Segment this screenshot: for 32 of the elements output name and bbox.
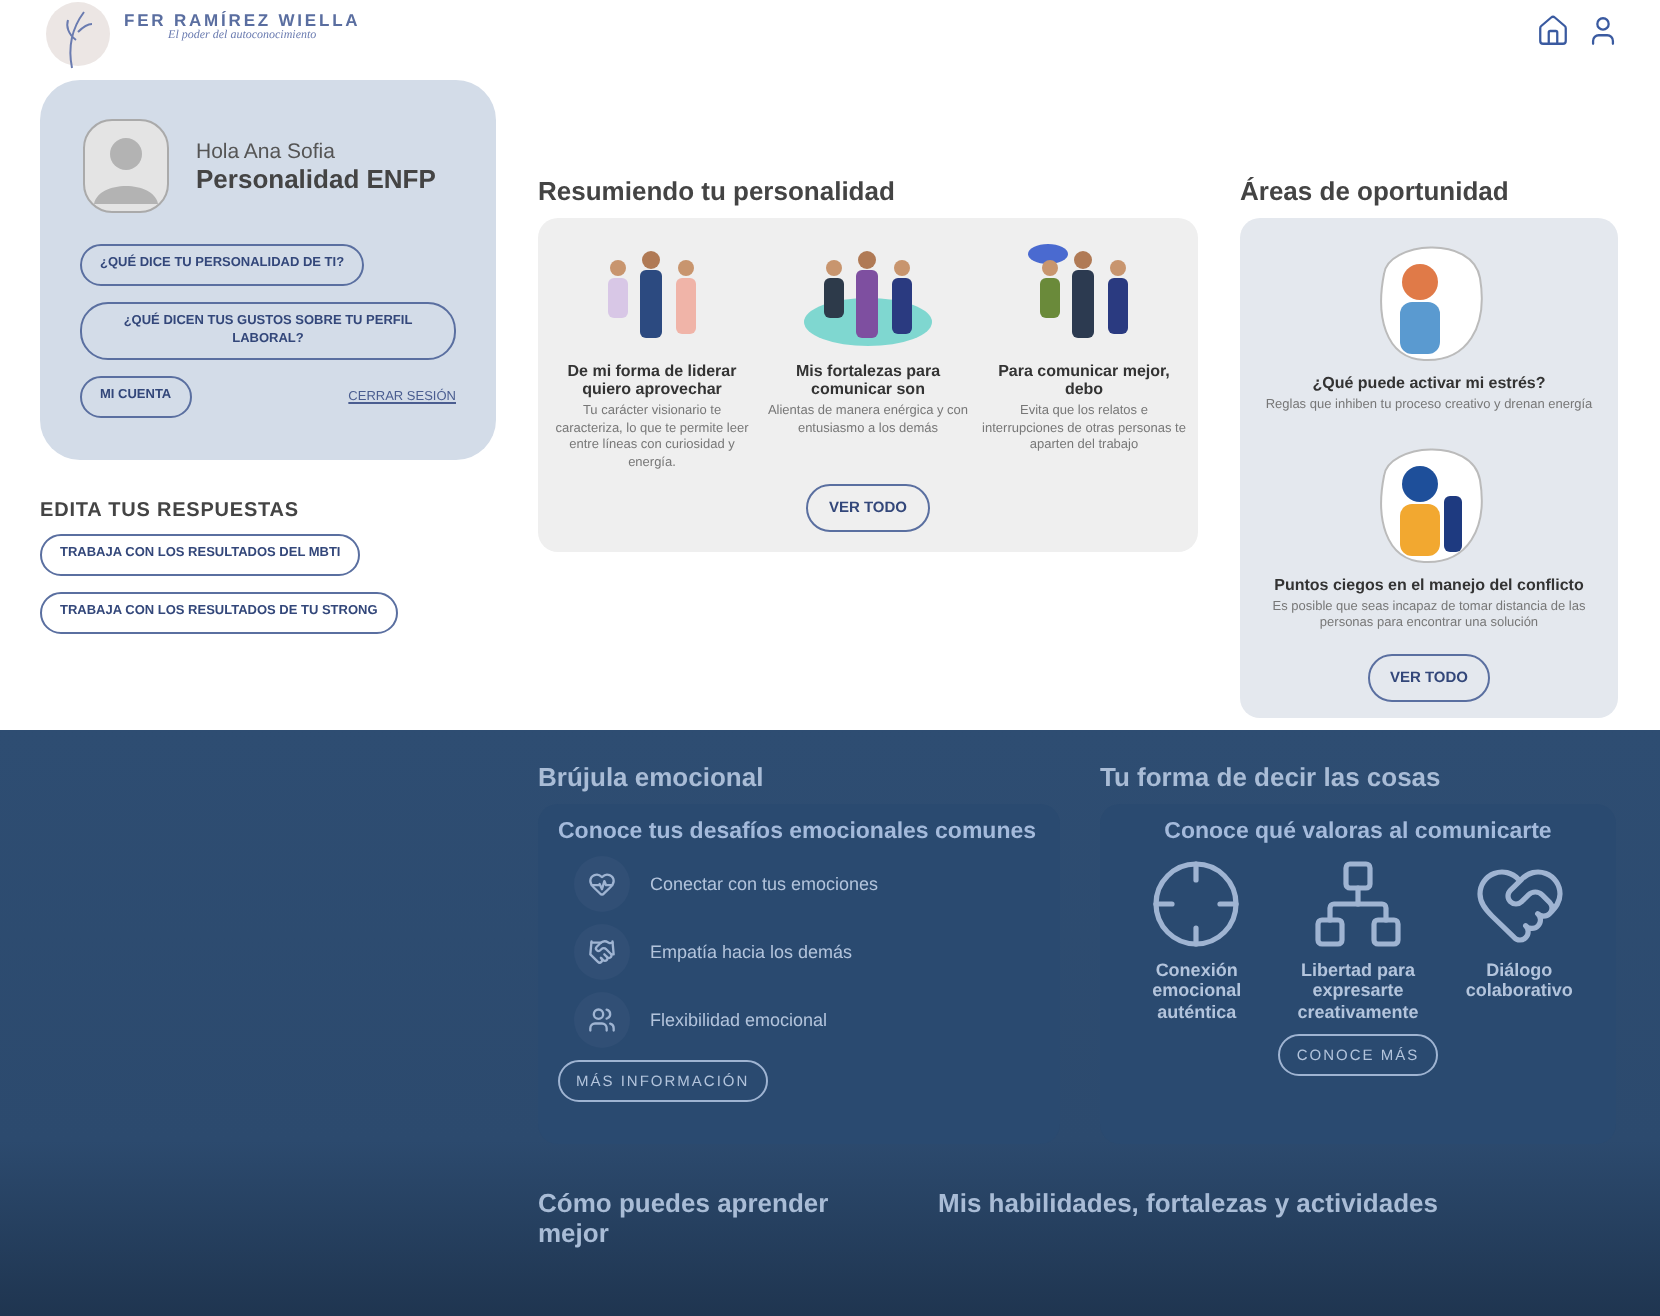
user-icon[interactable] [1586,14,1620,48]
crosshair-icon [1148,855,1245,952]
section-title: Cómo puedes aprender mejor [538,1187,831,1248]
item-title: De mi forma de liderar quiero aprovechar [565,362,739,399]
item-title: Puntos ciegos en el manejo del conflicto [1274,575,1584,594]
avatar-placeholder [80,116,172,216]
handshake-icon [588,937,616,966]
card-subtitle: Conoce tus desafíos emocionales comunes [558,819,1039,844]
item-title: Para comunicar mejor, debo [996,362,1172,399]
item-title: ¿Qué puede activar mi estrés? [1312,374,1546,393]
section-title: Tu forma de decir las cosas [1100,761,1443,792]
heart-pulse-icon [588,869,616,898]
section-title: Mis habilidades, fortalezas y actividades [938,1187,1440,1222]
item-title: Mis fortalezas para comunicar son [793,362,943,399]
personality-type: Personalidad ENFP [196,163,436,193]
challenge-label: Flexibilidad emocional [650,1009,828,1030]
home-icon[interactable] [1536,14,1570,48]
people-icon [588,1005,616,1034]
section-title: Áreas de oportunidad [1240,176,1511,206]
brand-name: FER RAMÍREZ WIELLA [124,10,361,30]
value-label: Libertad para expresarte creativamente [1295,959,1421,1022]
value-label: Conexión emocional auténtica [1150,959,1244,1022]
section-title: Resumiendo tu personalidad [538,176,897,206]
section-title: EDITA TUS RESPUESTAS [40,500,301,522]
flowchart-icon [1309,855,1406,952]
value-label: Diálogo colaborativo [1463,959,1575,1001]
section-title: Brújula emocional [538,761,766,792]
greeting: Hola Ana Sofia [196,139,337,163]
logo-drawing [44,0,112,72]
challenge-label: Empatía hacia los demás [650,941,853,962]
challenge-label: Conectar con tus emociones [650,873,879,894]
card-subtitle: Conoce qué valoras al comunicarte [1162,819,1554,844]
